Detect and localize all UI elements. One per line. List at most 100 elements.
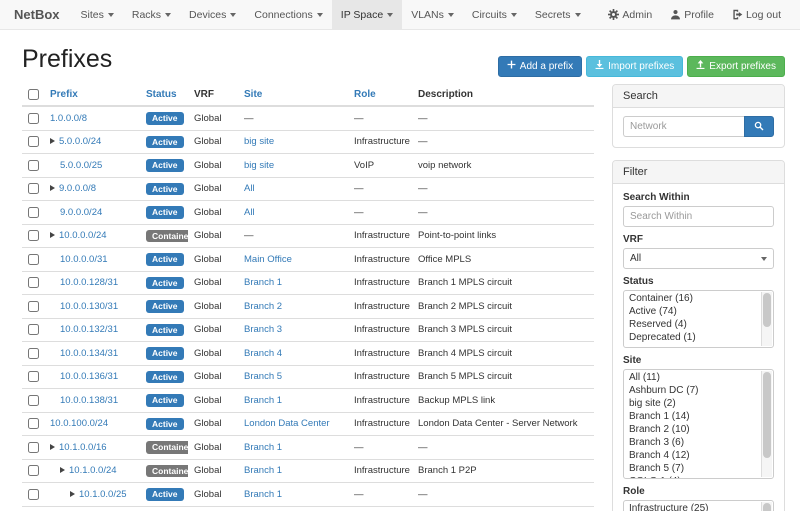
navbar-menu: SitesRacksDevicesConnectionsIP SpaceVLAN…: [72, 0, 590, 29]
row-checkbox[interactable]: [28, 418, 39, 429]
prefix-link[interactable]: 9.0.0.0/8: [59, 183, 96, 194]
row-checkbox[interactable]: [28, 113, 39, 124]
navbar-item-ip-space[interactable]: IP Space: [332, 0, 402, 29]
filter-option[interactable]: Branch 3 (6): [625, 436, 760, 449]
site-link[interactable]: Branch 4: [244, 348, 282, 359]
row-checkbox[interactable]: [28, 442, 39, 453]
scrollbar[interactable]: [761, 292, 772, 346]
site-link[interactable]: Branch 1: [244, 442, 282, 453]
vrf-select[interactable]: All: [623, 248, 774, 269]
site-link[interactable]: Branch 1: [244, 395, 282, 406]
site-link[interactable]: Main Office: [244, 254, 292, 265]
prefix-link[interactable]: 10.1.0.0/25: [79, 489, 127, 500]
column-header-role[interactable]: Role: [354, 89, 376, 100]
search-input[interactable]: [623, 116, 744, 137]
row-checkbox[interactable]: [28, 324, 39, 335]
prefix-link[interactable]: 10.0.0.138/31: [60, 395, 118, 406]
site-link[interactable]: Branch 5: [244, 371, 282, 382]
scrollbar[interactable]: [761, 371, 772, 477]
filter-option[interactable]: Active (74): [625, 305, 760, 318]
status-badge: Active: [146, 418, 184, 431]
navbar-item-racks[interactable]: Racks: [123, 0, 180, 29]
navbar-item-sites[interactable]: Sites: [72, 0, 123, 29]
site-link[interactable]: London Data Center: [244, 418, 330, 429]
filter-option[interactable]: Branch 5 (7): [625, 462, 760, 475]
site-link[interactable]: Branch 2: [244, 301, 282, 312]
row-checkbox[interactable]: [28, 254, 39, 265]
filter-option[interactable]: COLO 1 (4): [625, 475, 760, 479]
row-checkbox[interactable]: [28, 371, 39, 382]
search-button[interactable]: [744, 116, 774, 137]
filter-option[interactable]: Infrastructure (25): [625, 502, 760, 511]
prefix-link[interactable]: 10.0.100.0/24: [50, 418, 108, 429]
navbar-item-profile[interactable]: Profile: [661, 0, 723, 29]
column-header-prefix[interactable]: Prefix: [50, 89, 78, 100]
row-checkbox[interactable]: [28, 183, 39, 194]
prefix-link[interactable]: 10.0.0.130/31: [60, 301, 118, 312]
prefix-link[interactable]: 10.1.0.0/24: [69, 465, 117, 476]
prefix-link[interactable]: 10.0.0.134/31: [60, 348, 118, 359]
navbar-item-vlans[interactable]: VLANs: [402, 0, 463, 29]
prefix-link[interactable]: 5.0.0.0/24: [59, 136, 101, 147]
filter-option[interactable]: Branch 4 (12): [625, 449, 760, 462]
brand-link[interactable]: NetBox: [14, 0, 60, 29]
status-badge: Container: [146, 230, 188, 243]
row-checkbox[interactable]: [28, 230, 39, 241]
row-checkbox[interactable]: [28, 465, 39, 476]
row-checkbox[interactable]: [28, 136, 39, 147]
filter-option[interactable]: All (11): [625, 371, 760, 384]
site-link[interactable]: big site: [244, 160, 274, 171]
prefix-link[interactable]: 5.0.0.0/25: [60, 160, 102, 171]
site-link[interactable]: Branch 1: [244, 465, 282, 476]
filter-option[interactable]: big site (2): [625, 397, 760, 410]
scrollbar[interactable]: [761, 502, 772, 511]
prefix-link[interactable]: 10.0.0.136/31: [60, 371, 118, 382]
export-prefixes-button[interactable]: Export prefixes: [687, 56, 785, 77]
navbar-item-log-out[interactable]: Log out: [723, 0, 790, 29]
column-header-status[interactable]: Status: [146, 89, 177, 100]
prefix-link[interactable]: 9.0.0.0/24: [60, 207, 102, 218]
status-listbox[interactable]: Container (16)Active (74)Reserved (4)Dep…: [623, 290, 774, 348]
filter-option[interactable]: Branch 1 (14): [625, 410, 760, 423]
navbar-item-circuits[interactable]: Circuits: [463, 0, 526, 29]
filter-option[interactable]: Reserved (4): [625, 318, 760, 331]
import-prefixes-button[interactable]: Import prefixes: [586, 56, 683, 77]
prefix-link[interactable]: 10.0.0.0/24: [59, 230, 107, 241]
site-link[interactable]: All: [244, 183, 255, 194]
filter-option[interactable]: Deprecated (1): [625, 331, 760, 344]
select-all-checkbox[interactable]: [28, 89, 39, 100]
chevron-down-icon: [317, 13, 323, 17]
prefix-link[interactable]: 10.0.0.132/31: [60, 324, 118, 335]
prefix-link[interactable]: 1.0.0.0/8: [50, 113, 87, 124]
site-link[interactable]: All: [244, 207, 255, 218]
add-prefix-button[interactable]: Add a prefix: [498, 56, 582, 77]
filter-option[interactable]: Branch 2 (10): [625, 423, 760, 436]
role-value: Infrastructure: [354, 301, 410, 312]
status-badge: Active: [146, 112, 184, 125]
navbar-item-devices[interactable]: Devices: [180, 0, 245, 29]
row-checkbox[interactable]: [28, 277, 39, 288]
prefix-link[interactable]: 10.0.0.0/31: [60, 254, 108, 265]
navbar-item-admin[interactable]: Admin: [599, 0, 661, 29]
site-link[interactable]: Branch 1: [244, 277, 282, 288]
row-checkbox[interactable]: [28, 301, 39, 312]
filter-option[interactable]: Container (16): [625, 292, 760, 305]
navbar-item-connections[interactable]: Connections: [245, 0, 331, 29]
row-checkbox[interactable]: [28, 207, 39, 218]
navbar-item-secrets[interactable]: Secrets: [526, 0, 590, 29]
search-within-input[interactable]: [623, 206, 774, 227]
site-link[interactable]: big site: [244, 136, 274, 147]
site-listbox[interactable]: All (11)Ashburn DC (7)big site (2)Branch…: [623, 369, 774, 479]
row-checkbox[interactable]: [28, 395, 39, 406]
table-row: 10.0.0.136/31ActiveGlobalBranch 5Infrast…: [22, 365, 594, 389]
row-checkbox[interactable]: [28, 489, 39, 500]
column-header-site[interactable]: Site: [244, 89, 262, 100]
prefix-link[interactable]: 10.0.0.128/31: [60, 277, 118, 288]
row-checkbox[interactable]: [28, 348, 39, 359]
role-listbox[interactable]: Infrastructure (25)Management (8)Private…: [623, 500, 774, 511]
row-checkbox[interactable]: [28, 160, 39, 171]
site-link[interactable]: Branch 3: [244, 324, 282, 335]
site-link[interactable]: Branch 1: [244, 489, 282, 500]
filter-option[interactable]: Ashburn DC (7): [625, 384, 760, 397]
prefix-link[interactable]: 10.1.0.0/16: [59, 442, 107, 453]
